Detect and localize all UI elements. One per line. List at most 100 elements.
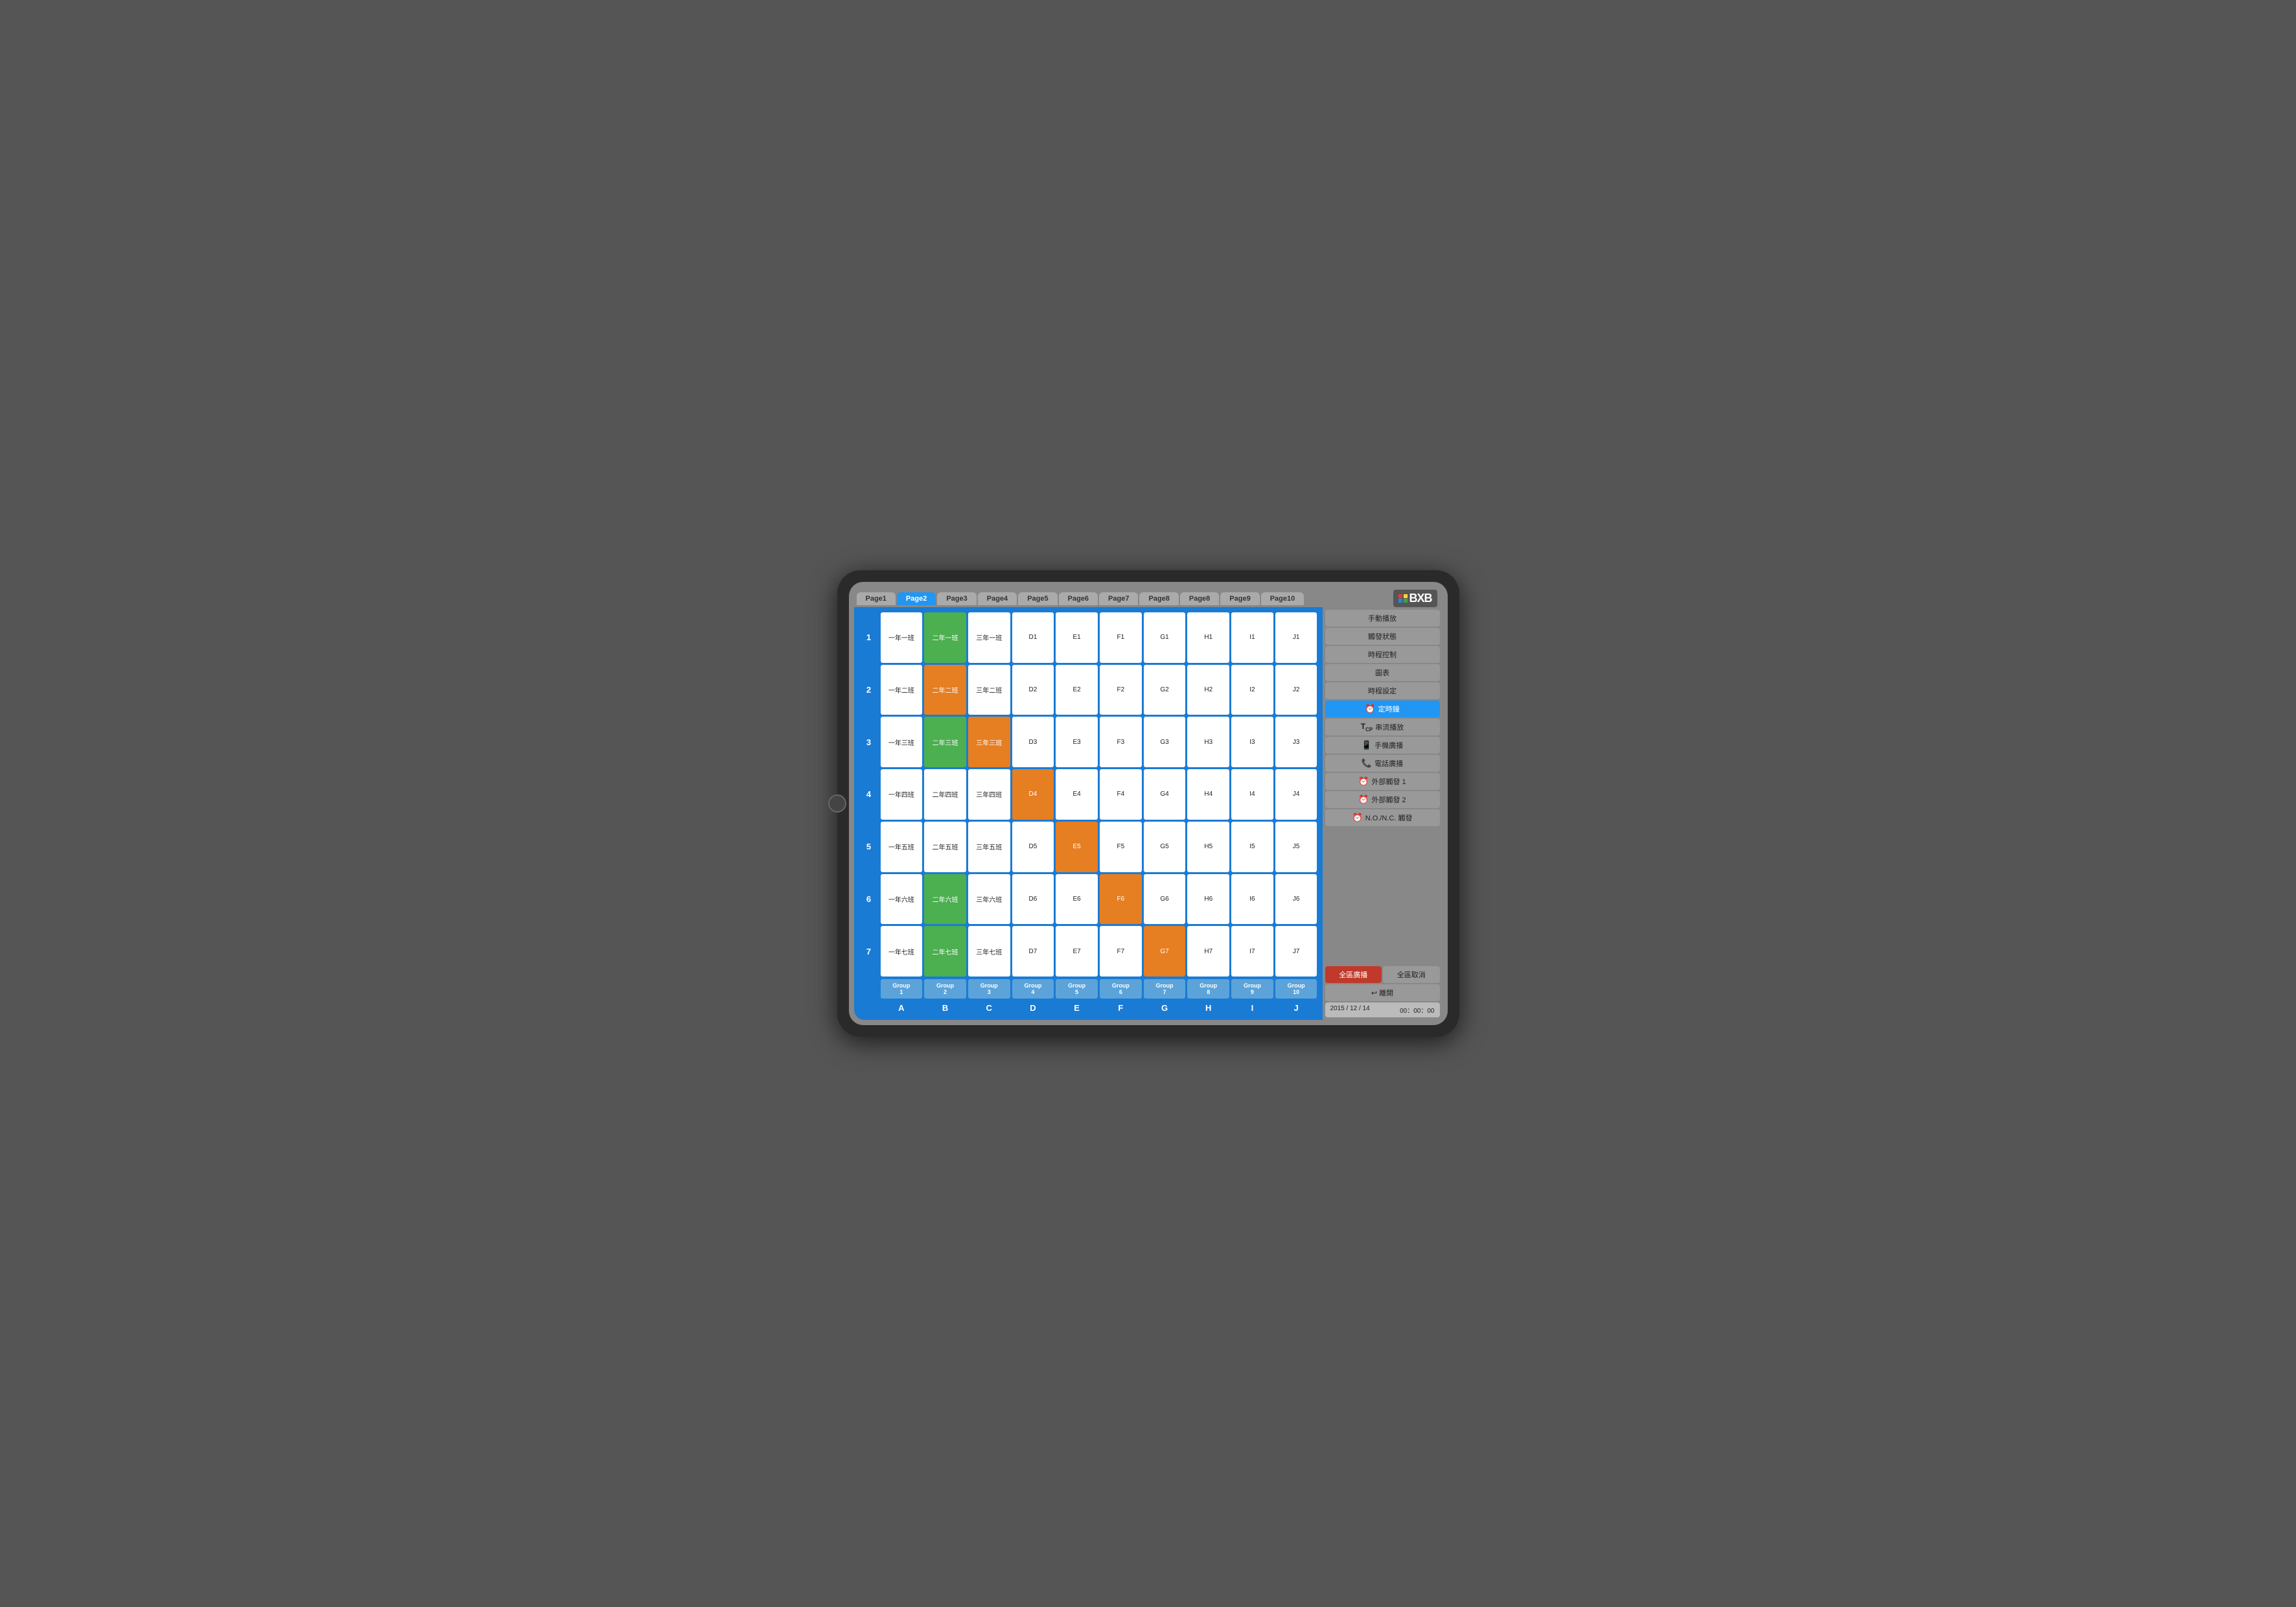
cell-r1-c4[interactable]: E1 bbox=[1056, 612, 1098, 663]
cell-r3-c9[interactable]: J3 bbox=[1275, 717, 1317, 767]
cell-r6-c4[interactable]: E6 bbox=[1056, 874, 1098, 925]
cell-r1-c5[interactable]: F1 bbox=[1100, 612, 1142, 663]
cell-r7-c7[interactable]: H7 bbox=[1187, 926, 1229, 977]
cell-r2-c1[interactable]: 二年二班 bbox=[924, 665, 966, 715]
cell-r6-c3[interactable]: D6 bbox=[1012, 874, 1054, 925]
cell-r2-c0[interactable]: 一年二班 bbox=[881, 665, 923, 715]
tab-page9[interactable]: Page9 bbox=[1220, 592, 1259, 605]
tab-page2[interactable]: Page2 bbox=[897, 592, 936, 605]
tab-page1[interactable]: Page1 bbox=[857, 592, 896, 605]
trigger-status-button[interactable]: 觸發狀態 bbox=[1325, 628, 1440, 645]
cell-r7-c4[interactable]: E7 bbox=[1056, 926, 1098, 977]
cell-r6-c8[interactable]: I6 bbox=[1231, 874, 1273, 925]
manual-play-button[interactable]: 手動播放 bbox=[1325, 610, 1440, 627]
schedule-control-button[interactable]: 時程控制 bbox=[1325, 646, 1440, 663]
group-cell-2[interactable]: Group 2 bbox=[924, 979, 966, 999]
cell-r3-c2[interactable]: 三年三班 bbox=[968, 717, 1010, 767]
cancel-all-button[interactable]: 全區取消 bbox=[1383, 966, 1440, 983]
cell-r2-c5[interactable]: F2 bbox=[1100, 665, 1142, 715]
cell-r2-c9[interactable]: J2 bbox=[1275, 665, 1317, 715]
cell-r6-c2[interactable]: 三年六班 bbox=[968, 874, 1010, 925]
timer-button[interactable]: ⏰ 定時鐘 bbox=[1325, 700, 1440, 717]
cell-r3-c5[interactable]: F3 bbox=[1100, 717, 1142, 767]
cell-r7-c5[interactable]: F7 bbox=[1100, 926, 1142, 977]
group-cell-4[interactable]: Group 4 bbox=[1012, 979, 1054, 999]
cell-r3-c4[interactable]: E3 bbox=[1056, 717, 1098, 767]
cell-r4-c2[interactable]: 三年四班 bbox=[968, 769, 1010, 820]
cell-r6-c6[interactable]: G6 bbox=[1144, 874, 1186, 925]
exit-button[interactable]: ↩ 離開 bbox=[1325, 984, 1440, 1001]
cell-r5-c0[interactable]: 一年五班 bbox=[881, 822, 923, 872]
cell-r5-c5[interactable]: F5 bbox=[1100, 822, 1142, 872]
ext-trigger1-button[interactable]: ⏰ 外部觸發 1 bbox=[1325, 773, 1440, 790]
cell-r1-c1[interactable]: 二年一班 bbox=[924, 612, 966, 663]
cell-r4-c7[interactable]: H4 bbox=[1187, 769, 1229, 820]
cell-r2-c8[interactable]: I2 bbox=[1231, 665, 1273, 715]
cell-r2-c4[interactable]: E2 bbox=[1056, 665, 1098, 715]
tab-page8b[interactable]: Page8 bbox=[1180, 592, 1219, 605]
group-cell-6[interactable]: Group 6 bbox=[1100, 979, 1142, 999]
cell-r4-c4[interactable]: E4 bbox=[1056, 769, 1098, 820]
group-cell-10[interactable]: Group 10 bbox=[1275, 979, 1317, 999]
group-cell-7[interactable]: Group 7 bbox=[1144, 979, 1186, 999]
mobile-broadcast-button[interactable]: 📱 手機廣播 bbox=[1325, 737, 1440, 754]
cell-r4-c9[interactable]: J4 bbox=[1275, 769, 1317, 820]
cell-r7-c2[interactable]: 三年七班 bbox=[968, 926, 1010, 977]
group-cell-8[interactable]: Group 8 bbox=[1187, 979, 1229, 999]
cell-r7-c6[interactable]: G7 bbox=[1144, 926, 1186, 977]
cell-r7-c0[interactable]: 一年七班 bbox=[881, 926, 923, 977]
cell-r5-c6[interactable]: G5 bbox=[1144, 822, 1186, 872]
phone-broadcast-button[interactable]: 📞 電話廣播 bbox=[1325, 755, 1440, 772]
group-cell-9[interactable]: Group 9 bbox=[1231, 979, 1273, 999]
cell-r1-c2[interactable]: 三年一班 bbox=[968, 612, 1010, 663]
cell-r1-c8[interactable]: I1 bbox=[1231, 612, 1273, 663]
cell-r5-c4[interactable]: E5 bbox=[1056, 822, 1098, 872]
nc-trigger-button[interactable]: ⏰ N.O./N.C. 觸發 bbox=[1325, 809, 1440, 826]
cell-r1-c3[interactable]: D1 bbox=[1012, 612, 1054, 663]
cell-r5-c1[interactable]: 二年五班 bbox=[924, 822, 966, 872]
cell-r5-c2[interactable]: 三年五班 bbox=[968, 822, 1010, 872]
cell-r4-c0[interactable]: 一年四班 bbox=[881, 769, 923, 820]
cell-r4-c5[interactable]: F4 bbox=[1100, 769, 1142, 820]
tab-page3[interactable]: Page3 bbox=[937, 592, 976, 605]
cell-r1-c6[interactable]: G1 bbox=[1144, 612, 1186, 663]
cell-r5-c7[interactable]: H5 bbox=[1187, 822, 1229, 872]
cell-r5-c8[interactable]: I5 bbox=[1231, 822, 1273, 872]
cell-r3-c7[interactable]: H3 bbox=[1187, 717, 1229, 767]
tab-page10[interactable]: Page10 bbox=[1261, 592, 1305, 605]
cell-r6-c7[interactable]: H6 bbox=[1187, 874, 1229, 925]
cell-r2-c3[interactable]: D2 bbox=[1012, 665, 1054, 715]
broadcast-all-button[interactable]: 全區廣播 bbox=[1325, 966, 1382, 983]
tab-page8a[interactable]: Page8 bbox=[1139, 592, 1178, 605]
cell-r1-c7[interactable]: H1 bbox=[1187, 612, 1229, 663]
cell-r2-c2[interactable]: 三年二班 bbox=[968, 665, 1010, 715]
cell-r5-c9[interactable]: J5 bbox=[1275, 822, 1317, 872]
group-cell-3[interactable]: Group 3 bbox=[968, 979, 1010, 999]
cell-r2-c7[interactable]: H2 bbox=[1187, 665, 1229, 715]
cell-r3-c1[interactable]: 二年三班 bbox=[924, 717, 966, 767]
tab-page5[interactable]: Page5 bbox=[1018, 592, 1057, 605]
tab-page4[interactable]: Page4 bbox=[978, 592, 1017, 605]
cell-r1-c9[interactable]: J1 bbox=[1275, 612, 1317, 663]
cell-r3-c3[interactable]: D3 bbox=[1012, 717, 1054, 767]
cell-r6-c0[interactable]: 一年六班 bbox=[881, 874, 923, 925]
cell-r7-c1[interactable]: 二年七班 bbox=[924, 926, 966, 977]
stream-play-button[interactable]: TCP 串流播放 bbox=[1325, 719, 1440, 735]
home-button[interactable] bbox=[828, 794, 846, 813]
cell-r7-c8[interactable]: I7 bbox=[1231, 926, 1273, 977]
schedule-settings-button[interactable]: 時程設定 bbox=[1325, 682, 1440, 699]
group-cell-1[interactable]: Group 1 bbox=[881, 979, 923, 999]
cell-r7-c9[interactable]: J7 bbox=[1275, 926, 1317, 977]
tab-page7[interactable]: Page7 bbox=[1099, 592, 1138, 605]
cell-r6-c5[interactable]: F6 bbox=[1100, 874, 1142, 925]
cell-r4-c8[interactable]: I4 bbox=[1231, 769, 1273, 820]
cell-r4-c1[interactable]: 二年四班 bbox=[924, 769, 966, 820]
ext-trigger2-button[interactable]: ⏰ 外部觸發 2 bbox=[1325, 791, 1440, 808]
cell-r4-c3[interactable]: D4 bbox=[1012, 769, 1054, 820]
cell-r3-c0[interactable]: 一年三班 bbox=[881, 717, 923, 767]
cell-r2-c6[interactable]: G2 bbox=[1144, 665, 1186, 715]
chart-button[interactable]: 圖表 bbox=[1325, 664, 1440, 681]
cell-r6-c9[interactable]: J6 bbox=[1275, 874, 1317, 925]
cell-r1-c0[interactable]: 一年一班 bbox=[881, 612, 923, 663]
cell-r5-c3[interactable]: D5 bbox=[1012, 822, 1054, 872]
